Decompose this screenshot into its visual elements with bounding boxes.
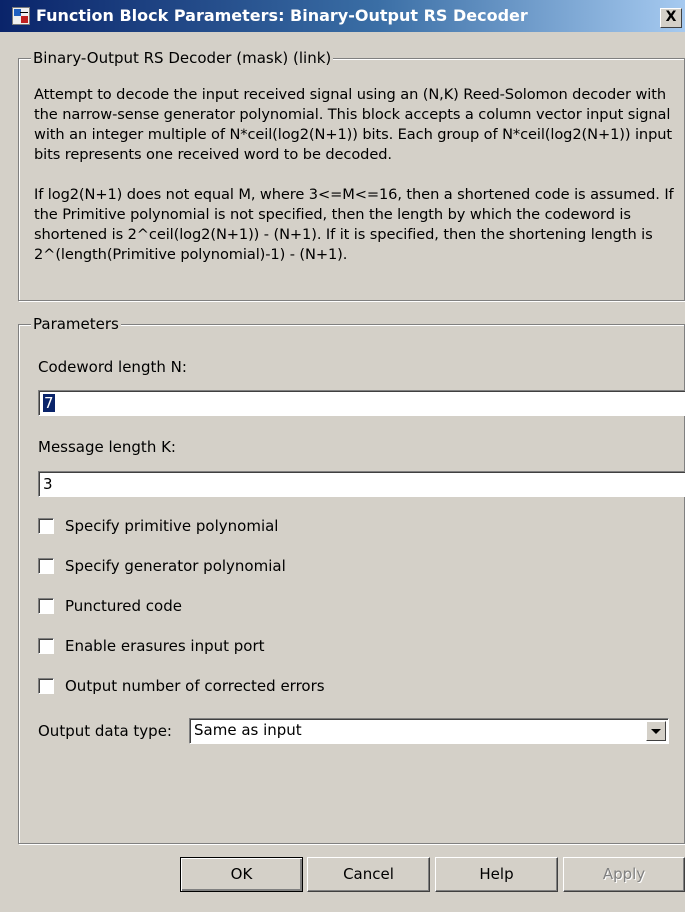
dialog-window: Function Block Parameters: Binary-Output… [0,0,685,912]
specify-generator-polynomial-checkbox[interactable] [38,558,54,574]
codeword-length-value: 7 [43,394,55,412]
description-legend: Binary-Output RS Decoder (mask) (link) [31,49,334,67]
enable-erasures-input-port-checkbox[interactable] [38,638,54,654]
chevron-down-icon[interactable] [646,721,666,741]
title-bar[interactable]: Function Block Parameters: Binary-Output… [0,0,685,32]
help-button[interactable]: Help [435,857,558,892]
parameters-group: Parameters Codeword length N: 7 Message … [18,315,685,844]
message-length-value: 3 [43,475,53,493]
punctured-code-label: Punctured code [65,597,182,615]
codeword-length-field[interactable]: 7 [38,390,685,416]
enable-erasures-input-port-label: Enable erasures input port [65,637,265,655]
punctured-code-checkbox[interactable] [38,598,54,614]
message-length-label: Message length K: [38,438,176,456]
specify-primitive-polynomial-checkbox[interactable] [38,518,54,534]
specify-generator-polynomial-label: Specify generator polynomial [65,557,286,575]
output-corrected-errors-label: Output number of corrected errors [65,677,325,695]
output-data-type-select[interactable]: Same as input [189,718,669,744]
close-button[interactable]: X [660,8,682,28]
codeword-length-label: Codeword length N: [38,358,187,376]
output-corrected-errors-checkbox[interactable] [38,678,54,694]
ok-button[interactable]: OK [180,857,303,892]
apply-button[interactable]: Apply [563,857,685,892]
message-length-field[interactable]: 3 [38,471,685,497]
description-text: Attempt to decode the input received sig… [34,86,674,263]
simulink-block-icon [12,7,30,25]
specify-primitive-polynomial-label: Specify primitive polynomial [65,517,279,535]
window-title: Function Block Parameters: Binary-Output… [36,6,528,25]
cancel-button[interactable]: Cancel [307,857,430,892]
output-data-type-label: Output data type: [38,722,172,740]
output-data-type-value: Same as input [194,721,302,739]
description-group: Binary-Output RS Decoder (mask) (link) A… [18,49,685,301]
parameters-legend: Parameters [31,315,121,333]
